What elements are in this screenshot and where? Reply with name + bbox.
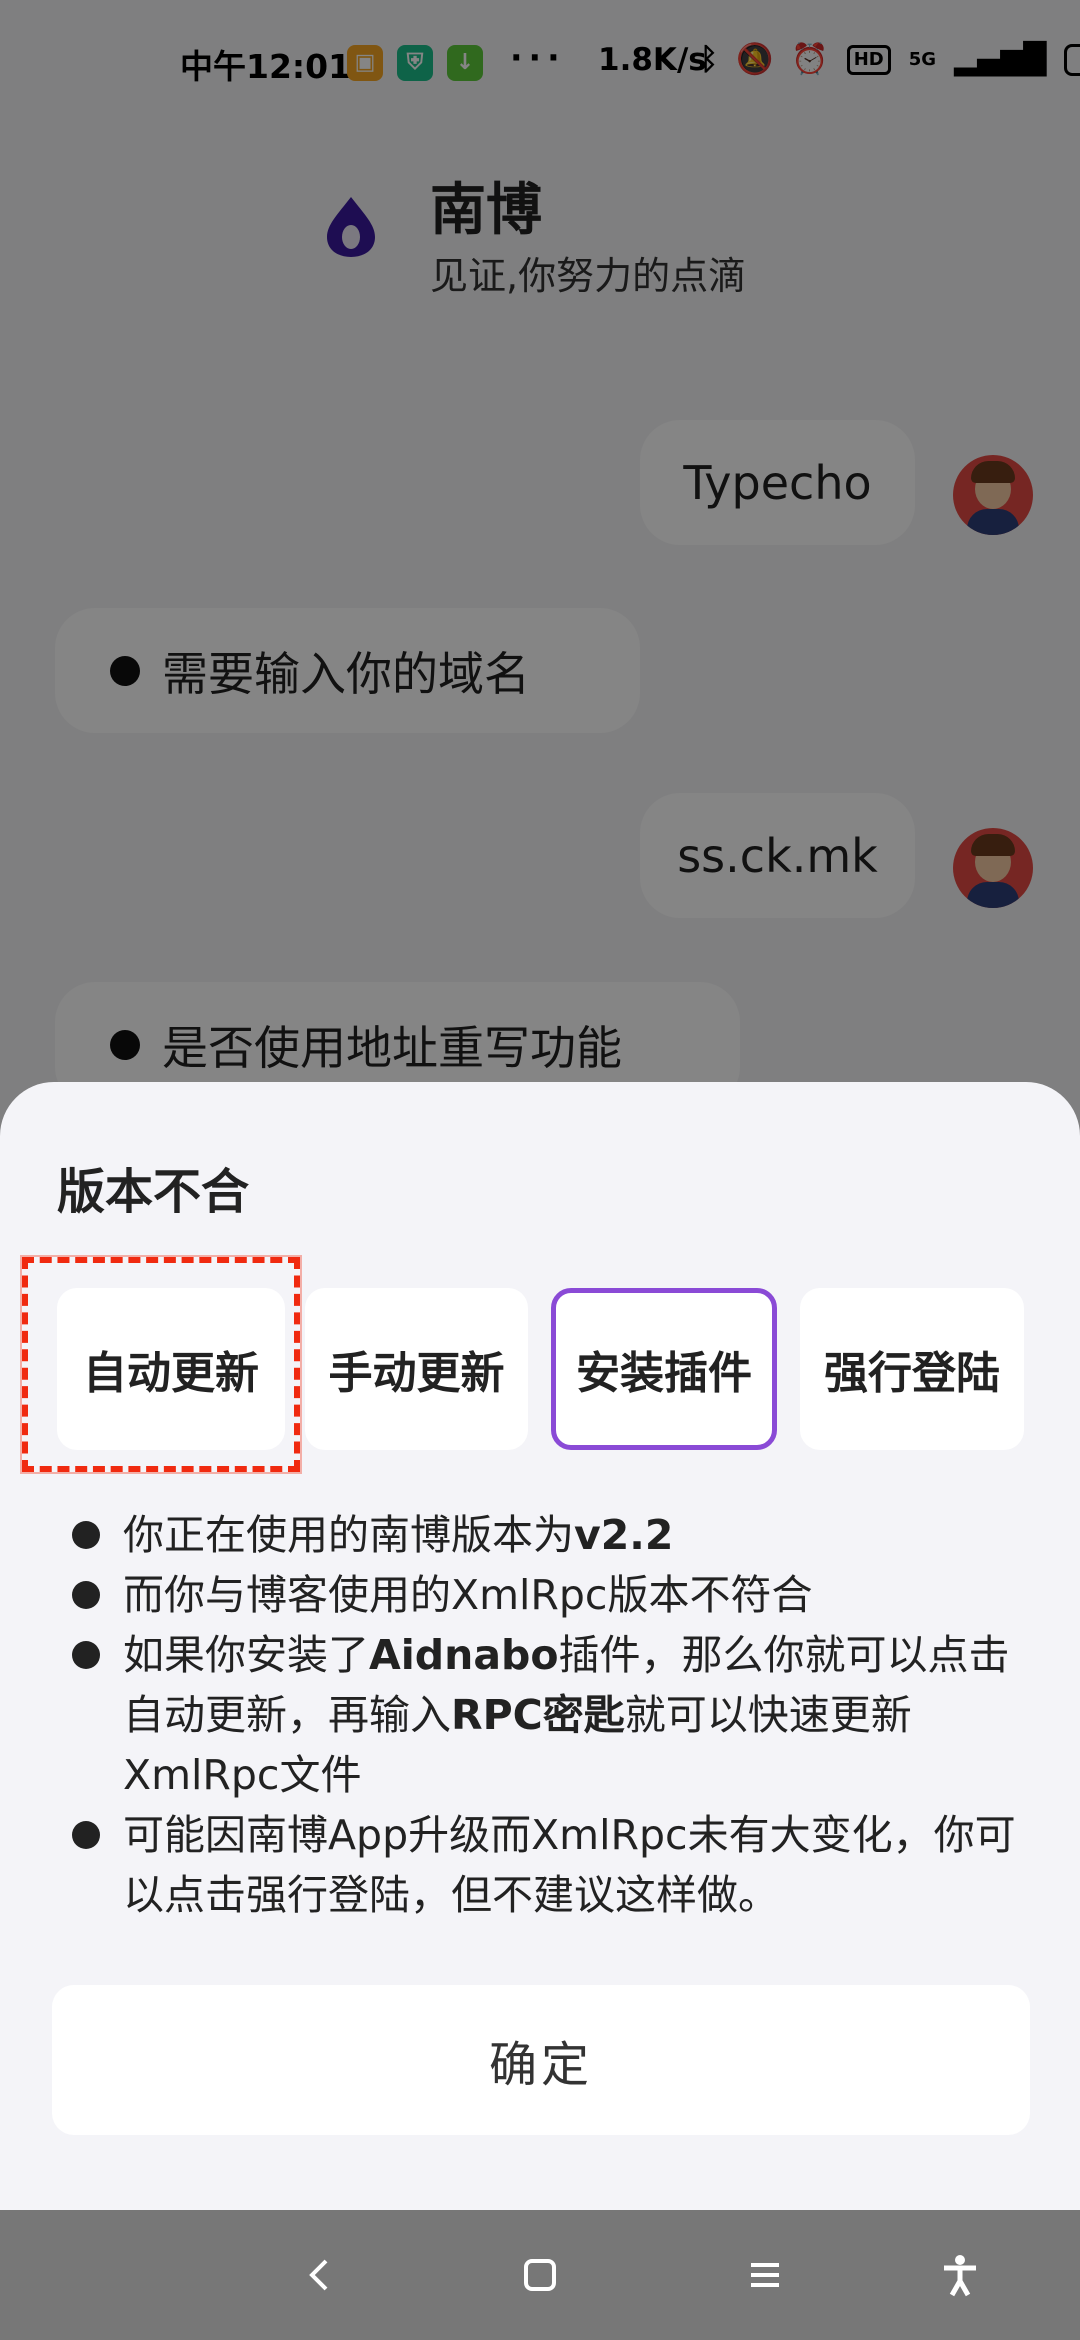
home-icon[interactable]	[505, 2240, 575, 2310]
dialog-title: 版本不合	[57, 1164, 250, 1220]
back-icon[interactable]	[285, 2240, 355, 2310]
annotation-highlight	[22, 1257, 300, 1472]
recents-menu-icon[interactable]	[730, 2240, 800, 2310]
info-item: 而你与博客使用的XmlRpc版本不符合	[70, 1565, 1020, 1625]
confirm-button[interactable]: 确定	[52, 1985, 1030, 2135]
bullet-icon	[72, 1581, 100, 1609]
info-list: 你正在使用的南博版本为v2.2 而你与博客使用的XmlRpc版本不符合 如果你安…	[70, 1505, 1020, 1925]
force-login-button[interactable]: 强行登陆	[800, 1288, 1024, 1450]
bullet-icon	[72, 1821, 100, 1849]
bullet-icon	[72, 1641, 100, 1669]
info-item: 可能因南博App升级而XmlRpc未有大变化，你可以点击强行登陆，但不建议这样做…	[70, 1805, 1020, 1925]
manual-update-button[interactable]: 手动更新	[305, 1288, 528, 1450]
accessibility-icon[interactable]	[925, 2240, 995, 2310]
info-item: 你正在使用的南博版本为v2.2	[70, 1505, 1020, 1565]
bullet-icon	[72, 1521, 100, 1549]
system-nav-bar	[0, 2210, 1080, 2340]
info-item: 如果你安装了Aidnabo插件，那么你就可以点击自动更新，再输入RPC密匙就可以…	[70, 1625, 1020, 1805]
install-plugin-button[interactable]: 安装插件	[551, 1288, 777, 1450]
